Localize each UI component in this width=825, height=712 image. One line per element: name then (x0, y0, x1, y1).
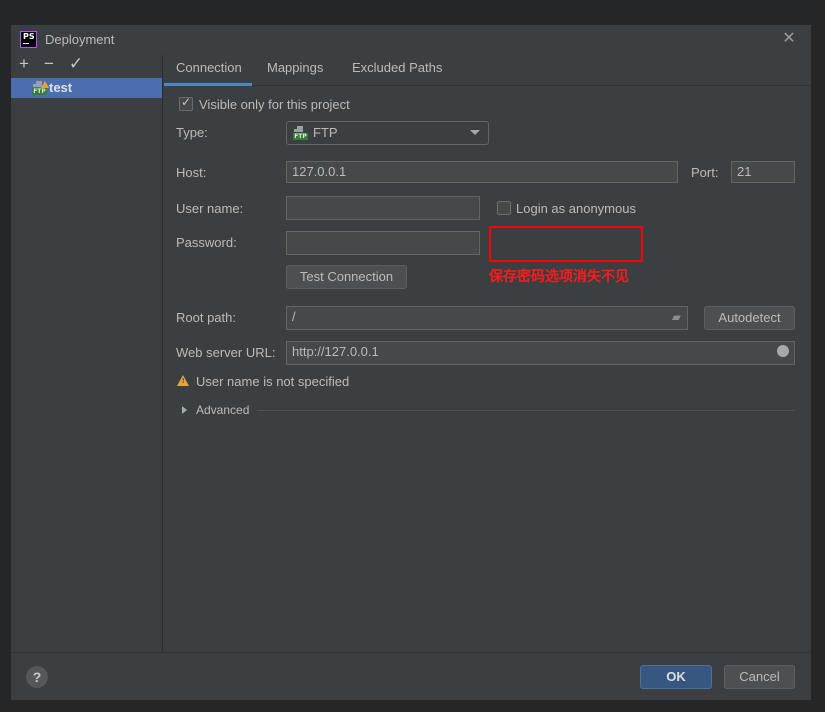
visible-only-label: Visible only for this project (199, 97, 350, 112)
type-label: Type: (176, 125, 208, 140)
root-path-value: / (292, 309, 296, 324)
login-anonymous-checkbox[interactable] (497, 201, 511, 215)
chevron-down-icon (470, 130, 480, 135)
add-server-button[interactable]: + (14, 55, 34, 75)
autodetect-button[interactable]: Autodetect (704, 306, 795, 330)
username-label: User name: (176, 201, 244, 216)
advanced-section-toggle[interactable]: Advanced (196, 403, 249, 417)
web-server-url-value: http://127.0.0.1 (292, 344, 379, 359)
open-in-browser-globe-icon[interactable] (777, 345, 789, 357)
warning-message: User name is not specified (196, 374, 350, 389)
close-icon[interactable]: ✕ (779, 29, 799, 49)
advanced-separator (257, 410, 795, 411)
host-label: Host: (176, 165, 207, 180)
password-input[interactable] (286, 231, 480, 255)
expand-triangle-icon[interactable] (182, 406, 187, 414)
ftp-icon: FTP (293, 126, 309, 140)
host-input[interactable]: 127.0.0.1 (286, 161, 678, 183)
window-title: Deployment (45, 32, 115, 47)
server-item-test[interactable]: FTP test (11, 78, 162, 98)
tab-bar: Connection Mappings Excluded Paths (163, 55, 811, 86)
cancel-button[interactable]: Cancel (724, 665, 795, 689)
folder-browse-icon[interactable]: ▰ (672, 307, 681, 327)
web-server-url-label: Web server URL: (176, 345, 276, 360)
tab-excluded-paths[interactable]: Excluded Paths (352, 60, 442, 85)
warning-badge-icon (41, 81, 49, 88)
test-connection-button[interactable]: Test Connection (286, 265, 407, 289)
port-input[interactable]: 21 (731, 161, 795, 183)
remove-server-button[interactable]: − (39, 55, 59, 75)
logo-text: PS (23, 32, 35, 41)
deployment-dialog: PS Deployment ✕ + − ✓ FTP test Connectio… (11, 25, 811, 700)
server-label: test (49, 80, 73, 95)
web-server-url-input[interactable]: http://127.0.0.1 (286, 341, 795, 365)
annotation-text: 保存密码选项消失不见 (489, 269, 629, 285)
tab-mappings[interactable]: Mappings (267, 60, 323, 85)
password-label: Password: (176, 235, 237, 250)
annotation-highlight-box (489, 226, 643, 262)
type-value: FTP (313, 125, 338, 140)
warning-icon: ! (177, 375, 189, 386)
phpstorm-logo-icon: PS (20, 31, 37, 48)
footer-divider (11, 652, 811, 653)
ok-button[interactable]: OK (640, 665, 712, 689)
visible-only-checkbox[interactable] (179, 95, 193, 111)
port-label: Port: (691, 165, 719, 180)
set-default-button[interactable]: ✓ (66, 55, 86, 75)
login-anonymous-label: Login as anonymous (516, 201, 636, 216)
server-list-panel: + − ✓ FTP test (11, 55, 163, 652)
root-path-label: Root path: (176, 310, 236, 325)
ftp-icon: FTP (32, 81, 49, 95)
root-path-input[interactable]: / ▰ (286, 306, 688, 330)
help-button[interactable]: ? (26, 666, 48, 688)
tab-connection[interactable]: Connection (164, 60, 252, 86)
username-input[interactable] (286, 196, 480, 220)
type-dropdown[interactable]: FTP FTP (286, 121, 489, 145)
title-bar: PS Deployment ✕ (11, 25, 811, 55)
